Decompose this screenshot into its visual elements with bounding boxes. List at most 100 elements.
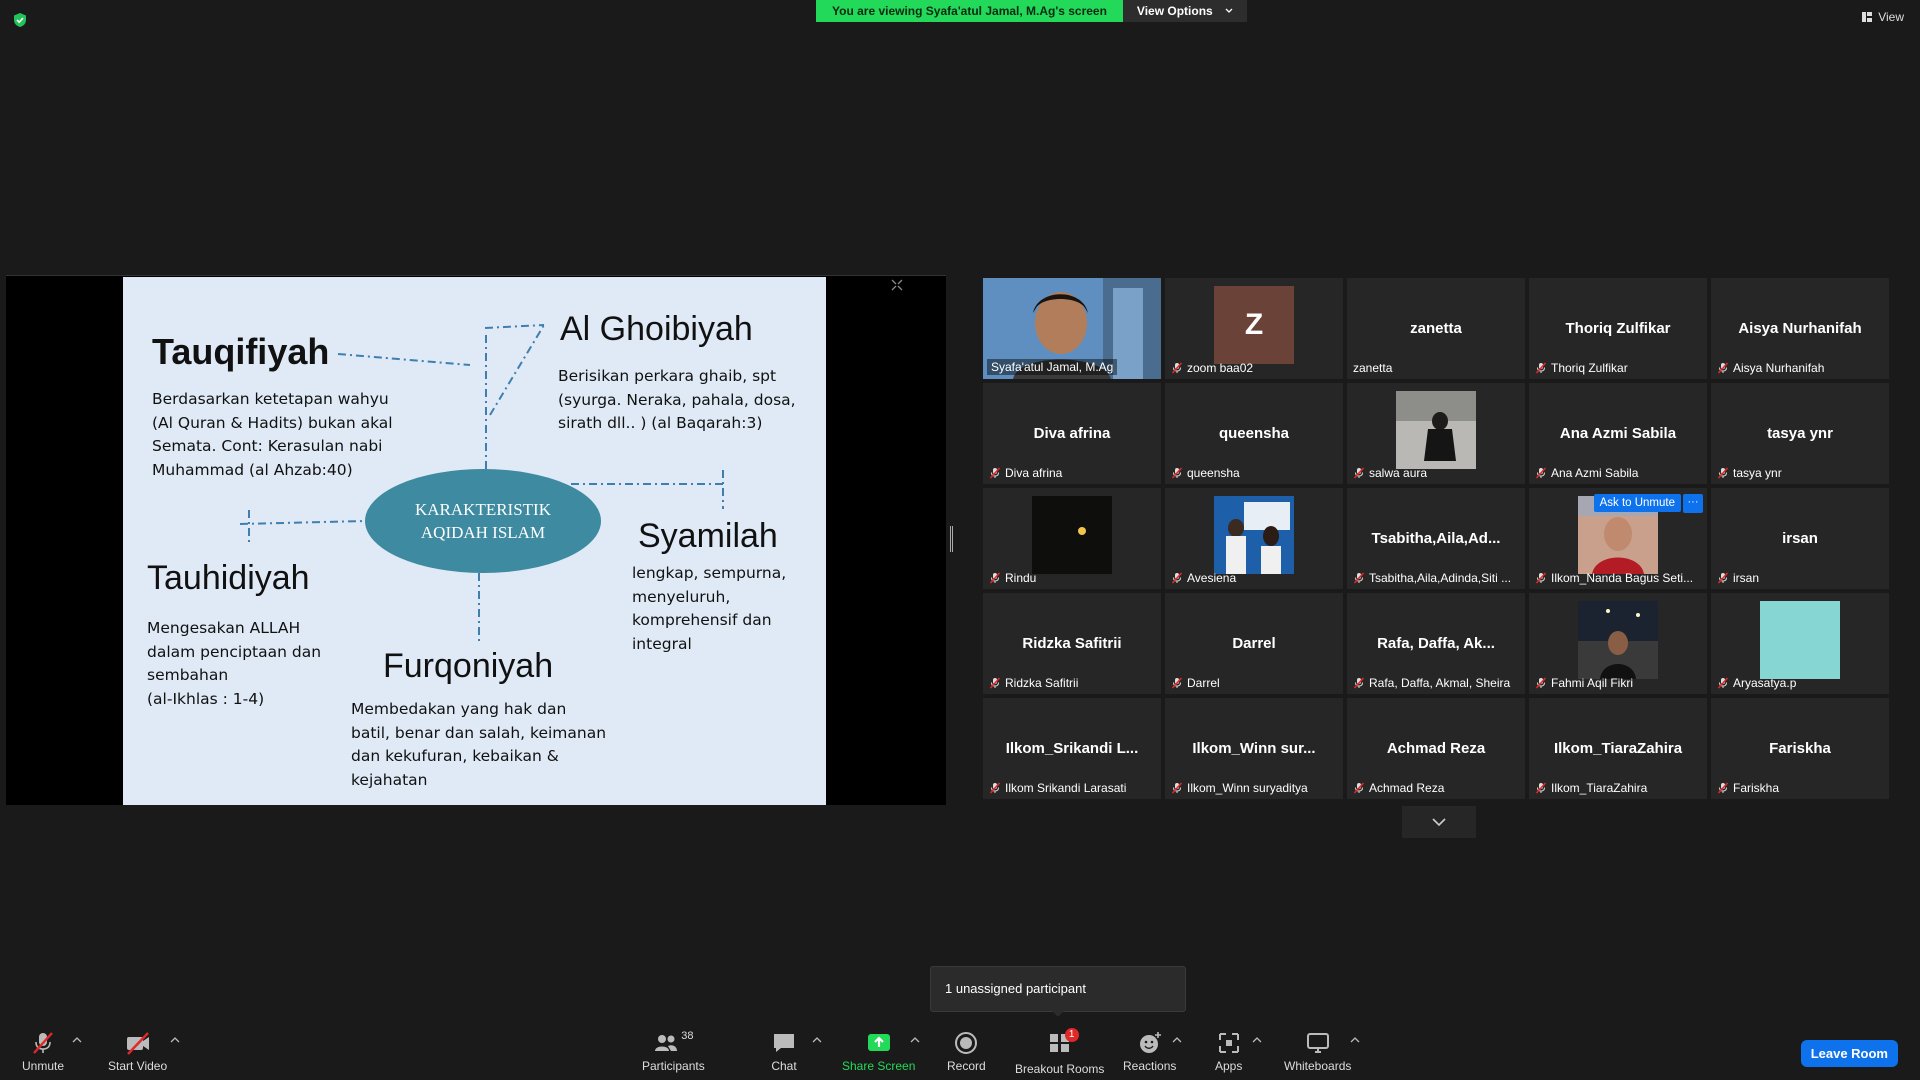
whiteboards-options-caret[interactable] bbox=[1350, 1036, 1360, 1044]
breakout-rooms-button[interactable]: 1 Breakout Rooms bbox=[1015, 1028, 1105, 1076]
tauqifiyah-title: Tauqifiyah bbox=[152, 331, 330, 372]
participant-tile[interactable]: Ana Azmi Sabila Ana Azmi Sabila bbox=[1529, 383, 1707, 484]
participant-tile[interactable]: Ilkom_TiaraZahira Ilkom_TiaraZahira bbox=[1529, 698, 1707, 799]
apps-button[interactable]: Apps bbox=[1215, 1030, 1242, 1073]
participants-count: 38 bbox=[681, 1030, 694, 1042]
participant-name: Aryasatya.p bbox=[1733, 676, 1797, 690]
tauhidiyah-text: Mengesakan ALLAH dalam penciptaan dan semb… bbox=[147, 619, 322, 708]
mic-muted-icon bbox=[989, 782, 1001, 794]
participant-tile[interactable]: Ilkom_Srikandi L... Ilkom Srikandi Larasa… bbox=[983, 698, 1161, 799]
furqoniyah-title: Furqoniyah bbox=[383, 647, 554, 685]
participant-name: Achmad Reza bbox=[1369, 781, 1445, 795]
participant-name: Thoriq Zulfikar bbox=[1551, 361, 1628, 375]
leave-room-button[interactable]: Leave Room bbox=[1800, 1040, 1898, 1067]
mic-muted-icon bbox=[1353, 572, 1365, 584]
more-options-button[interactable]: ··· bbox=[1683, 494, 1703, 513]
participant-tile[interactable]: irsan irsan bbox=[1711, 488, 1889, 589]
participant-name: Ilkom Srikandi Larasati bbox=[1005, 781, 1127, 795]
participant-label: Fariskha bbox=[1717, 781, 1883, 795]
view-button[interactable]: View bbox=[1861, 10, 1904, 24]
start-video-button[interactable]: Start Video bbox=[108, 1030, 167, 1073]
unmute-button[interactable]: Unmute bbox=[22, 1030, 64, 1073]
participant-label: Ilkom_Winn suryaditya bbox=[1171, 781, 1337, 795]
breakout-rooms-label: Breakout Rooms bbox=[1015, 1062, 1105, 1076]
unassigned-participant-tooltip: 1 unassigned participant bbox=[930, 966, 1186, 1012]
participant-tile[interactable]: Avesiena bbox=[1165, 488, 1343, 589]
participant-name: Darrel bbox=[1187, 676, 1220, 690]
participant-tile[interactable]: salwa aura bbox=[1347, 383, 1525, 484]
mic-muted-icon bbox=[989, 572, 1001, 584]
whiteboards-button[interactable]: Whiteboards bbox=[1284, 1030, 1351, 1073]
participant-tile[interactable]: Ask to Unmute ··· Ilkom_Nanda Bagus Seti..… bbox=[1529, 488, 1707, 589]
syamilah-text: lengkap, sempurna, menyeluruh, komprehensi… bbox=[632, 564, 787, 653]
apps-label: Apps bbox=[1215, 1059, 1243, 1073]
participant-tile[interactable]: Rafa, Daffa, Ak... Rafa, Daffa, Akmal, Sh… bbox=[1347, 593, 1525, 694]
participant-label: Ilkom_TiaraZahira bbox=[1535, 781, 1701, 795]
unmute-options-caret[interactable] bbox=[72, 1036, 82, 1044]
participant-tile[interactable]: Ilkom_Winn sur... Ilkom_Winn suryaditya bbox=[1165, 698, 1343, 799]
participant-name: Rindu bbox=[1005, 571, 1037, 585]
record-button[interactable]: Record bbox=[947, 1030, 986, 1073]
chat-options-caret[interactable] bbox=[812, 1036, 822, 1044]
participant-tile[interactable]: Ridzka Safitrii Ridzka Safitrii bbox=[983, 593, 1161, 694]
participant-label: Ridzka Safitrii bbox=[989, 676, 1155, 690]
mic-muted-icon bbox=[1171, 467, 1183, 479]
chat-button[interactable]: Chat bbox=[771, 1030, 797, 1073]
mic-muted-icon bbox=[1353, 467, 1365, 479]
security-shield-icon[interactable] bbox=[12, 12, 28, 28]
ask-to-unmute-button[interactable]: Ask to Unmute bbox=[1593, 494, 1681, 512]
participant-label: tasya ynr bbox=[1717, 466, 1883, 480]
participant-label: queensha bbox=[1171, 466, 1337, 480]
collapse-icon[interactable] bbox=[890, 278, 904, 292]
video-options-caret[interactable] bbox=[170, 1036, 180, 1044]
participant-name: Aisya Nurhanifah bbox=[1733, 361, 1825, 375]
reactions-button[interactable]: Reactions bbox=[1123, 1030, 1176, 1073]
share-screen-button[interactable]: Share Screen bbox=[842, 1030, 915, 1073]
mic-muted-icon bbox=[1353, 677, 1365, 689]
share-options-caret[interactable] bbox=[910, 1036, 920, 1044]
reactions-label: Reactions bbox=[1123, 1059, 1177, 1073]
record-label: Record bbox=[947, 1059, 986, 1073]
participants-button[interactable]: 38 Participants bbox=[642, 1030, 705, 1073]
mic-muted-icon bbox=[1717, 782, 1729, 794]
mic-muted-icon bbox=[1535, 362, 1547, 374]
participant-tile[interactable]: Darrel Darrel bbox=[1165, 593, 1343, 694]
shared-screen[interactable]: Tauqifiyah Berdasarkan ketetapan wahyu (A… bbox=[6, 275, 946, 805]
unmute-label: Unmute bbox=[22, 1059, 65, 1073]
participant-gallery: Syafa'atul Jamal, M.Ag Zzoom baa02 zanetta… bbox=[983, 278, 1889, 799]
participant-name: tasya ynr bbox=[1733, 466, 1782, 480]
participant-tile[interactable]: Aryasatya.p bbox=[1711, 593, 1889, 694]
participant-tile[interactable]: Rindu bbox=[983, 488, 1161, 589]
participant-tile[interactable]: zanetta zanetta bbox=[1347, 278, 1525, 379]
participant-tile[interactable]: Thoriq Zulfikar Thoriq Zulfikar bbox=[1529, 278, 1707, 379]
whiteboards-label: Whiteboards bbox=[1284, 1059, 1352, 1073]
participant-tile[interactable]: Fahmi Aqil Fikri bbox=[1529, 593, 1707, 694]
participant-name: zoom baa02 bbox=[1187, 361, 1254, 375]
participant-tile[interactable]: Fariskha Fariskha bbox=[1711, 698, 1889, 799]
participant-label: Ilkom_Nanda Bagus Seti... bbox=[1535, 571, 1701, 585]
participant-tile[interactable]: Diva afrina Diva afrina bbox=[983, 383, 1161, 484]
participant-name: Ridzka Safitrii bbox=[1005, 676, 1079, 690]
apps-options-caret[interactable] bbox=[1252, 1036, 1262, 1044]
resize-handle[interactable] bbox=[950, 526, 953, 552]
participant-tile[interactable]: tasya ynr tasya ynr bbox=[1711, 383, 1889, 484]
gallery-next-page-button[interactable] bbox=[1402, 806, 1476, 838]
participant-name: Tsabitha,Aila,Adinda,Siti ... bbox=[1369, 571, 1512, 585]
participant-label: Ilkom Srikandi Larasati bbox=[989, 781, 1155, 795]
participant-tile[interactable]: Achmad Reza Achmad Reza bbox=[1347, 698, 1525, 799]
participant-tile[interactable]: Syafa'atul Jamal, M.Ag bbox=[983, 278, 1161, 379]
participant-label: Aryasatya.p bbox=[1717, 676, 1883, 690]
whiteboard-icon bbox=[1306, 1033, 1329, 1053]
mic-muted-icon bbox=[989, 467, 1001, 479]
participant-tile[interactable]: Aisya Nurhanifah Aisya Nurhanifah bbox=[1711, 278, 1889, 379]
participant-tile[interactable]: queensha queensha bbox=[1165, 383, 1343, 484]
participant-tile[interactable]: Zzoom baa02 bbox=[1165, 278, 1343, 379]
reactions-options-caret[interactable] bbox=[1172, 1036, 1182, 1044]
screen-share-banner: You are viewing Syafa'atul Jamal, M.Ag's… bbox=[816, 0, 1247, 22]
view-options-button[interactable]: View Options bbox=[1122, 0, 1247, 22]
participant-label: zoom baa02 bbox=[1171, 361, 1337, 375]
al-ghoibiyah-title: Al Ghoibiyah bbox=[560, 310, 753, 348]
tauqifiyah-text: Berdasarkan ketetapan wahyu (Al Quran & H… bbox=[152, 390, 393, 479]
participant-tile[interactable]: Tsabitha,Aila,Ad... Tsabitha,Aila,Adinda,… bbox=[1347, 488, 1525, 589]
mic-muted-icon bbox=[1535, 467, 1547, 479]
